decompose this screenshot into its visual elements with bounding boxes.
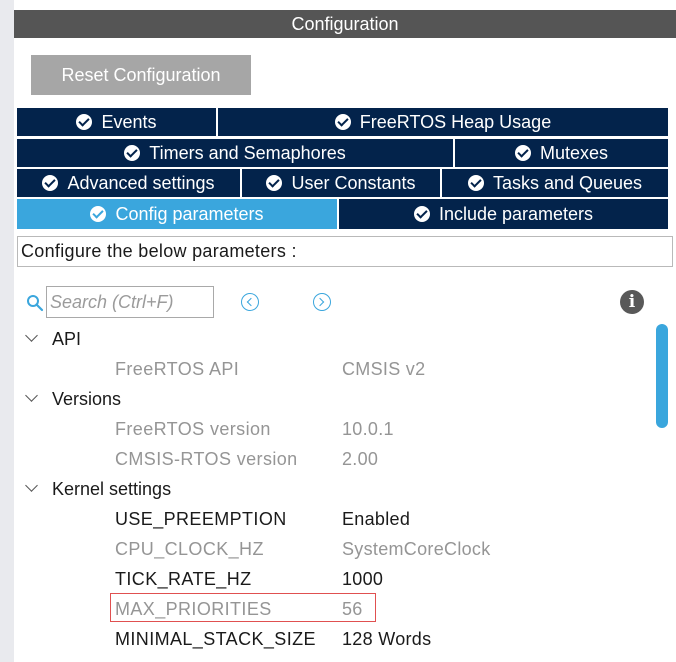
chevron-down-icon[interactable] [25, 329, 38, 342]
tab-config-params-label: Config parameters [115, 203, 264, 224]
group-label-versions: Versions [52, 389, 122, 409]
search-icon[interactable] [26, 294, 44, 312]
search-input[interactable] [46, 286, 214, 318]
tab-timers-semaphores[interactable]: Timers and Semaphores [17, 139, 455, 167]
tab-heap-usage[interactable]: FreeRTOS Heap Usage [218, 108, 668, 136]
param-value[interactable]: 2.00 [342, 449, 378, 470]
param-name: FreeRTOS API [115, 359, 240, 379]
tab-include-parameters[interactable]: Include parameters [339, 199, 668, 229]
tab-include-params-label: Include parameters [438, 203, 594, 224]
param-row-tick-rate-hz[interactable]: TICK_RATE_HZ 1000 [0, 564, 650, 594]
parameters-description: Configure the below parameters : [17, 236, 673, 267]
check-circle-icon [124, 145, 141, 161]
check-circle-icon [76, 114, 93, 130]
check-circle-icon [90, 206, 107, 222]
param-value[interactable]: 10.0.1 [342, 419, 394, 440]
tab-heap-usage-label: FreeRTOS Heap Usage [359, 111, 552, 132]
panel-title: Configuration [14, 10, 676, 38]
check-circle-icon [266, 175, 283, 191]
param-value[interactable]: SystemCoreClock [342, 539, 491, 560]
param-value[interactable]: 128 Words [342, 629, 431, 650]
vertical-scrollbar[interactable] [656, 324, 668, 428]
tab-row-3: Advanced settings User Constants Tasks a… [17, 169, 668, 197]
check-circle-icon [334, 114, 351, 130]
tab-user-constants[interactable]: User Constants [242, 169, 442, 197]
param-row-use-preemption[interactable]: USE_PREEMPTION Enabled [0, 504, 650, 534]
param-name: TICK_RATE_HZ [115, 569, 252, 589]
reset-configuration-button[interactable]: Reset Configuration [31, 55, 251, 95]
group-label-api: API [52, 329, 82, 349]
tab-events-label: Events [101, 111, 157, 132]
tab-mutexes-label: Mutexes [539, 142, 609, 163]
tab-advanced-label: Advanced settings [67, 172, 215, 193]
description-text: Configure the below parameters : [21, 241, 297, 261]
check-circle-icon [514, 145, 531, 161]
param-row-cmsis-rtos-version[interactable]: CMSIS-RTOS version 2.00 [0, 444, 650, 474]
param-name: CMSIS-RTOS version [115, 449, 298, 469]
tab-advanced-settings[interactable]: Advanced settings [17, 169, 242, 197]
chevron-right-circle-icon[interactable] [313, 293, 331, 311]
param-value[interactable]: 56 [342, 599, 363, 620]
tab-config-parameters[interactable]: Config parameters [17, 199, 339, 229]
tab-tasks-queues-label: Tasks and Queues [492, 172, 643, 193]
param-value[interactable]: CMSIS v2 [342, 359, 425, 380]
param-row-max-priorities[interactable]: MAX_PRIORITIES 56 [0, 594, 650, 624]
tab-timers-label: Timers and Semaphores [149, 142, 346, 163]
group-label-kernel: Kernel settings [52, 479, 172, 499]
panel-title-text: Configuration [291, 13, 399, 34]
param-row-freertos-api[interactable]: FreeRTOS API CMSIS v2 [0, 354, 650, 384]
param-name: USE_PREEMPTION [115, 509, 287, 529]
chevron-down-icon[interactable] [25, 479, 38, 492]
check-circle-icon [413, 206, 430, 222]
tab-row-2: Timers and Semaphores Mutexes [17, 139, 668, 167]
tab-events[interactable]: Events [17, 108, 218, 136]
param-name: MINIMAL_STACK_SIZE [115, 629, 316, 649]
tab-tasks-queues[interactable]: Tasks and Queues [442, 169, 668, 197]
param-name: FreeRTOS version [115, 419, 271, 439]
tree-group-api[interactable]: API [0, 324, 650, 354]
check-circle-icon [42, 175, 59, 191]
param-name: MAX_PRIORITIES [115, 599, 272, 619]
tree-group-kernel-settings[interactable]: Kernel settings [0, 474, 650, 504]
param-value[interactable]: Enabled [342, 509, 410, 530]
param-value[interactable]: 1000 [342, 569, 383, 590]
param-row-freertos-version[interactable]: FreeRTOS version 10.0.1 [0, 414, 650, 444]
info-icon[interactable]: i [620, 290, 644, 314]
tree-group-versions[interactable]: Versions [0, 384, 650, 414]
param-name: CPU_CLOCK_HZ [115, 539, 264, 559]
param-row-minimal-stack-size[interactable]: MINIMAL_STACK_SIZE 128 Words [0, 624, 650, 654]
check-circle-icon [467, 175, 484, 191]
tab-user-constants-label: User Constants [291, 172, 416, 193]
chevron-down-icon[interactable] [25, 389, 38, 402]
tab-row-4: Config parameters Include parameters [17, 199, 668, 229]
chevron-left-circle-icon[interactable] [241, 293, 259, 311]
param-row-cpu-clock-hz[interactable]: CPU_CLOCK_HZ SystemCoreClock [0, 534, 650, 564]
tab-mutexes[interactable]: Mutexes [455, 139, 668, 167]
tab-row-1: Events FreeRTOS Heap Usage [17, 108, 668, 136]
